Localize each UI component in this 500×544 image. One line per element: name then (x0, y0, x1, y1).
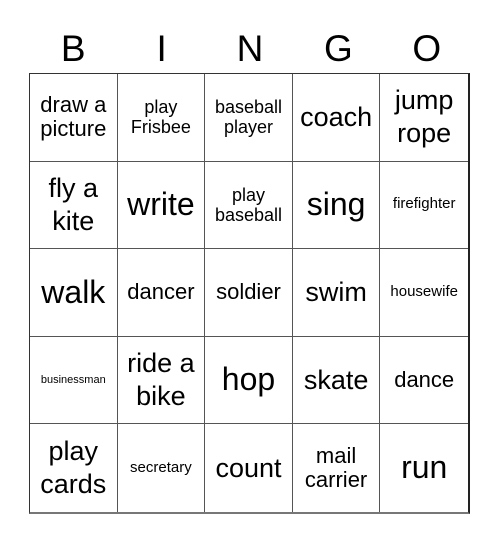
bingo-cell-text: skate (303, 364, 369, 395)
bingo-cell-text: sing (306, 185, 366, 222)
bingo-cell-text: secretary (130, 458, 192, 476)
bingo-cell-text: fly a kite (48, 172, 99, 236)
bingo-cell-text: dance (394, 366, 455, 392)
bingo-cell-text: firefighter (392, 195, 456, 213)
bingo-cell[interactable]: sing (292, 161, 381, 250)
bingo-cell-text: write (127, 185, 195, 222)
bingo-cell[interactable]: jump rope (380, 74, 468, 162)
bingo-cell[interactable]: play cards (30, 424, 118, 512)
bingo-cell-text: dancer (127, 279, 195, 305)
bingo-cell[interactable]: walk (30, 249, 118, 337)
bingo-cell[interactable]: play Frisbee (117, 74, 206, 162)
header-letter-g: G (324, 28, 353, 69)
bingo-cell-text: baseball player (214, 97, 283, 138)
bingo-cell-text: play baseball (214, 184, 283, 225)
bingo-cell[interactable]: fly a kite (30, 161, 118, 250)
bingo-cell-text: hop (221, 361, 276, 398)
bingo-cell-text: ride a bike (127, 348, 195, 412)
bingo-cell[interactable]: housewife (380, 249, 468, 337)
header-letter-b: B (60, 28, 86, 69)
bingo-card-grid: draw a picture play Frisbee baseball playe… (29, 73, 470, 514)
header-letter-n: N (236, 28, 264, 69)
bingo-cell[interactable]: draw a picture (30, 74, 118, 162)
bingo-cell[interactable]: write (117, 161, 206, 250)
header-letter-i: I (156, 28, 167, 69)
bingo-cell-text: businessman (40, 373, 106, 386)
bingo-cell[interactable]: baseball player (205, 74, 293, 162)
bingo-cell[interactable]: run (380, 424, 468, 512)
bingo-cell[interactable]: hop (205, 336, 293, 425)
bingo-cell-text: play cards (40, 436, 107, 500)
bingo-cell-text: jump rope (394, 85, 454, 149)
bingo-cell[interactable]: firefighter (380, 162, 468, 250)
bingo-cell-text: housewife (390, 283, 458, 301)
bingo-header: B I N G O (29, 26, 471, 72)
bingo-cell[interactable]: mail carrier (293, 424, 381, 512)
bingo-cell-text: mail carrier (304, 442, 368, 493)
bingo-cell[interactable]: count (205, 424, 293, 512)
bingo-cell-text: soldier (216, 279, 281, 305)
bingo-cell[interactable]: dance (380, 337, 468, 425)
bingo-cell-text: draw a picture (40, 91, 107, 142)
bingo-cell-text: count (215, 452, 282, 483)
bingo-cell-text: coach (300, 101, 373, 132)
bingo-cell[interactable]: swim (292, 249, 381, 337)
bingo-cell-text: swim (305, 277, 367, 308)
bingo-cell[interactable]: businessman (30, 336, 118, 425)
bingo-cell-text: play Frisbee (130, 97, 191, 138)
bingo-cell[interactable]: secretary (118, 424, 206, 512)
header-letter-o: O (412, 28, 442, 69)
bingo-cell-text: walk (41, 273, 106, 310)
bingo-cell[interactable]: ride a bike (117, 336, 206, 425)
bingo-cell[interactable]: coach (292, 74, 381, 162)
bingo-cell-text: run (401, 449, 448, 486)
bingo-cell[interactable]: dancer (117, 249, 206, 337)
bingo-cell[interactable]: skate (292, 336, 381, 425)
bingo-cell[interactable]: soldier (205, 249, 293, 337)
bingo-cell[interactable]: play baseball (205, 161, 293, 250)
